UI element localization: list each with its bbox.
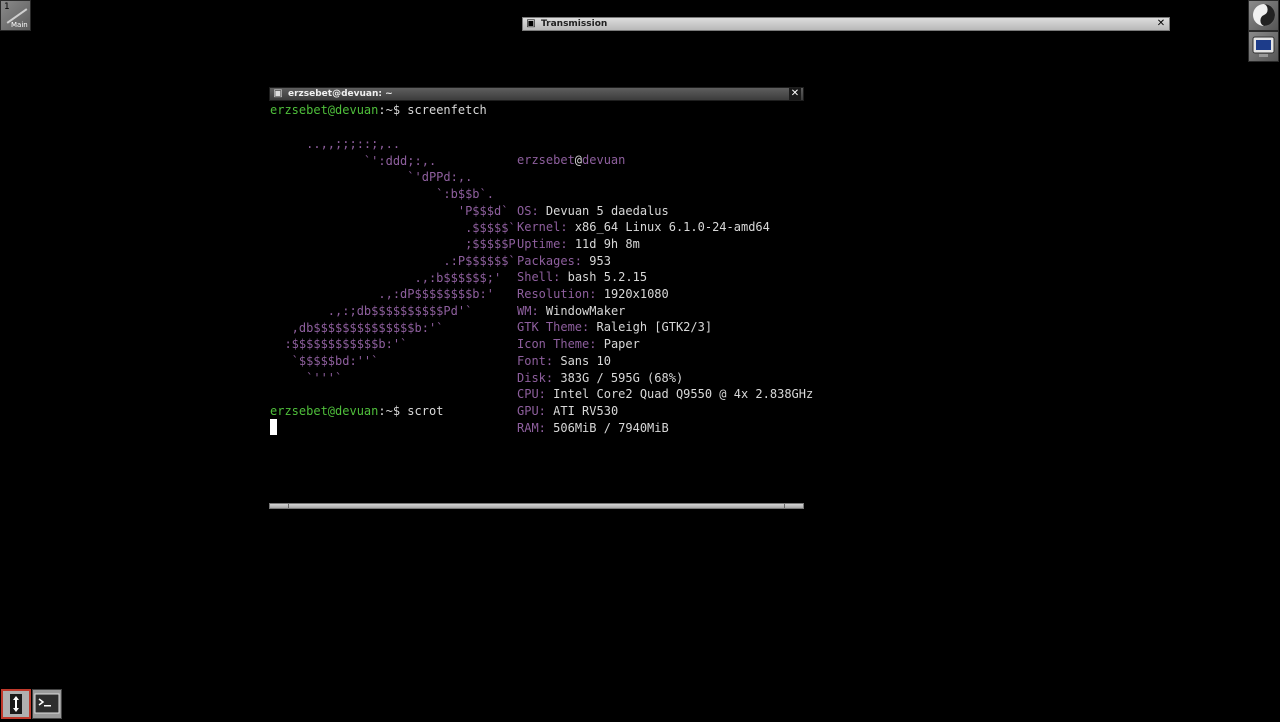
terminal-resizebar[interactable] [269, 503, 804, 509]
info-row: OS: Devuan 5 daedalus [517, 203, 813, 220]
logo-line: 'P$$$d` [270, 203, 509, 218]
info-row: Font: Sans 10 [517, 353, 813, 370]
info-key: RAM: [517, 420, 546, 435]
info-value: ATI RV530 [553, 403, 619, 418]
prompt-user-host: erzsebet@devuan [270, 103, 379, 117]
info-value: Paper [603, 337, 640, 352]
info-key: Packages: [517, 253, 583, 268]
info-value: Raleigh [GTK2/3] [596, 320, 713, 335]
logo-line: ..,,;;;::;,.. [270, 137, 401, 151]
minimize-icon[interactable]: ▣ [272, 88, 284, 100]
info-row: GTK Theme: Raleigh [GTK2/3] [517, 319, 813, 336]
arrows-glyph-icon [10, 694, 22, 714]
windowmaker-dock-icon[interactable] [1248, 0, 1279, 31]
dock-logo-icon [1253, 4, 1275, 26]
info-key: Disk: [517, 370, 554, 385]
terminal-title: erzsebet@devuan: ~ [288, 89, 393, 99]
info-key: GPU: [517, 403, 546, 418]
transmission-titlebar[interactable]: ▣ Transmission ✕ [522, 17, 1170, 31]
logo-line: `$$$$$bd:''` [270, 354, 379, 369]
info-value: x86_64 Linux 6.1.0-24-amd64 [574, 220, 770, 235]
info-key: CPU: [517, 387, 546, 402]
workspace-clip[interactable]: 1 Main [0, 0, 31, 31]
terminal-cursor [270, 419, 277, 438]
info-key: Icon Theme: [517, 337, 597, 352]
logo-line: ,db$$$$$$$$$$$$$$b:'` [270, 320, 444, 335]
resize-arrows-icon[interactable] [1, 689, 31, 719]
close-icon[interactable]: ✕ [789, 88, 801, 100]
screenfetch-logo: ..,,;;;::;,.. `':ddd;:,. `'dPPd:,. `:b$$… [270, 136, 516, 387]
terminal-line-1: erzsebet@devuan:~$ screenfetch [270, 102, 487, 119]
info-row: Disk: 383G / 595G (68%) [517, 370, 813, 387]
info-row: Icon Theme: Paper [517, 336, 813, 353]
info-value: Devuan 5 daedalus [545, 203, 669, 218]
info-rows: OS: Devuan 5 daedalus Kernel: x86_64 Linu… [517, 203, 813, 437]
info-row: Packages: 953 [517, 253, 813, 270]
command-text: scrot [407, 404, 444, 418]
info-value: 383G / 595G (68%) [560, 370, 684, 385]
logo-line: .,:b$$$$$$;' [270, 270, 502, 285]
info-key: Shell: [517, 270, 561, 285]
info-key: Uptime: [517, 236, 568, 251]
info-value: 1920x1080 [603, 287, 669, 302]
prompt-symbol: $ [392, 103, 401, 117]
prompt-user-host: erzsebet@devuan [270, 404, 379, 418]
logo-line: ;$$$$$P [270, 237, 516, 252]
info-key: OS: [517, 203, 539, 218]
minimize-icon[interactable]: ▣ [525, 18, 537, 30]
info-key: Resolution: [517, 287, 597, 302]
info-row: GPU: ATI RV530 [517, 403, 813, 420]
prompt-symbol: $ [392, 404, 401, 418]
logo-line: `:b$$b`. [270, 187, 494, 202]
info-key: WM: [517, 303, 539, 318]
info-key: GTK Theme: [517, 320, 590, 335]
info-key: Font: [517, 353, 554, 368]
workspace-name: Main [11, 21, 28, 29]
info-row: Shell: bash 5.2.15 [517, 269, 813, 286]
info-host: devuan [582, 153, 626, 168]
info-value: Sans 10 [560, 353, 611, 368]
logo-line: `'''` [270, 370, 343, 385]
monitor-icon [1252, 36, 1275, 57]
command-text: screenfetch [407, 103, 487, 117]
info-row: WM: WindowMaker [517, 303, 813, 320]
info-user: erzsebet [517, 153, 575, 168]
terminal-glyph-icon [34, 693, 60, 714]
info-at: @ [574, 153, 583, 168]
logo-line: .,:dP$$$$$$$$b:' [270, 287, 494, 302]
info-row: Uptime: 11d 9h 8m [517, 236, 813, 253]
info-row: CPU: Intel Core2 Quad Q9550 @ 4x 2.838GH… [517, 386, 813, 403]
terminal-line-2: erzsebet@devuan:~$ scrot [270, 403, 443, 420]
info-value: bash 5.2.15 [567, 270, 648, 285]
info-row: Kernel: x86_64 Linux 6.1.0-24-amd64 [517, 219, 813, 236]
logo-line: `'dPPd:,. [270, 170, 473, 185]
logo-line: .,:;db$$$$$$$$$$Pd'` [270, 304, 473, 319]
logo-line: `':ddd;:,. [270, 153, 437, 168]
info-row: Resolution: 1920x1080 [517, 286, 813, 303]
terminal-titlebar[interactable]: ▣ erzsebet@devuan: ~ ✕ [269, 87, 804, 101]
logo-line: :$$$$$$$$$$$$b:'` [270, 337, 408, 352]
prompt-path: :~ [378, 103, 393, 117]
screenfetch-info: erzsebet@devuan OS: Devuan 5 daedalus Ker… [517, 119, 813, 453]
info-user-host: erzsebet@devuan [517, 152, 813, 169]
info-value: 953 [589, 253, 611, 268]
info-value: Intel Core2 Quad Q9550 @ 4x 2.838GHz [553, 387, 814, 402]
info-value: 506MiB / 7940MiB [553, 420, 669, 435]
close-icon[interactable]: ✕ [1155, 18, 1167, 30]
info-key: Kernel: [517, 220, 568, 235]
logo-line: .:P$$$$$$` [270, 253, 516, 268]
logo-line: .$$$$$` [270, 220, 516, 235]
info-row: RAM: 506MiB / 7940MiB [517, 420, 813, 437]
workspace-number: 1 [4, 2, 10, 12]
terminal-dock-icon[interactable] [1248, 31, 1279, 62]
info-value: WindowMaker [545, 303, 626, 318]
info-value: 11d 9h 8m [574, 236, 640, 251]
transmission-title: Transmission [541, 19, 608, 29]
terminal-icon[interactable] [32, 689, 62, 719]
prompt-path: :~ [378, 404, 393, 418]
